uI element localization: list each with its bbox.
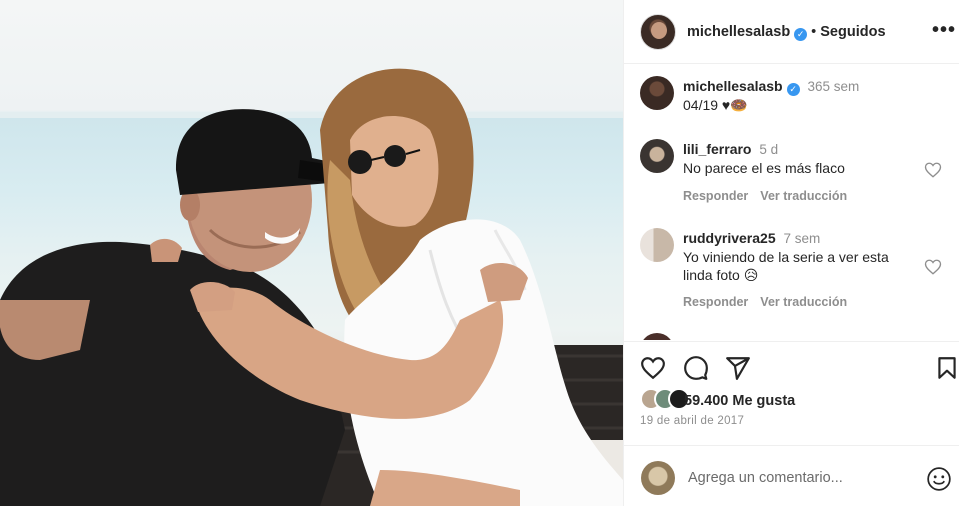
- comment-icon[interactable]: [683, 355, 709, 381]
- add-comment-row: [624, 445, 959, 506]
- emoji-picker-icon[interactable]: [926, 466, 952, 492]
- author-avatar[interactable]: [640, 14, 676, 50]
- post-actions: 59.400 Me gusta 19 de abril de 2017: [624, 341, 959, 505]
- like-heart-icon[interactable]: [640, 355, 666, 381]
- see-translation-button[interactable]: Ver traducción: [760, 189, 847, 203]
- comment-actions: Responder Ver traducción: [683, 189, 859, 203]
- comment-text: Yo viniendo de la serie a ver esta linda…: [683, 249, 889, 283]
- comment-time: 7 sem: [783, 231, 821, 246]
- caption: michellesalasb ✓ 365 sem 04/19 ♥🍩: [683, 77, 913, 114]
- caption-text: 04/19 ♥🍩: [683, 97, 748, 113]
- post-photo[interactable]: [0, 0, 623, 506]
- caption-username[interactable]: michellesalasb: [683, 78, 783, 94]
- reply-button[interactable]: Responder: [683, 295, 748, 309]
- header-author-line: michellesalasb ✓ • Seguidos: [687, 24, 886, 41]
- post-side-panel: michellesalasb ✓ • Seguidos ••• michellesal…: [623, 0, 959, 506]
- comment: ruddyrivera25 7 sem Yo viniendo de la se…: [683, 229, 913, 284]
- comment-avatar[interactable]: [640, 139, 674, 173]
- follow-status-button[interactable]: Seguidos: [820, 24, 885, 40]
- post-date[interactable]: 19 de abril de 2017: [640, 415, 744, 427]
- comment-username[interactable]: lili_ferraro: [683, 141, 751, 157]
- caption-author-avatar[interactable]: [640, 76, 674, 110]
- like-comment-heart-icon[interactable]: [924, 258, 942, 276]
- post-header: michellesalasb ✓ • Seguidos •••: [624, 0, 959, 64]
- likes-count[interactable]: 59.400 Me gusta: [684, 393, 795, 409]
- verified-badge-icon: ✓: [786, 83, 800, 96]
- like-comment-heart-icon[interactable]: [924, 161, 942, 179]
- comment-time: 5 d: [759, 142, 779, 157]
- post-photo-illustration: [0, 68, 623, 506]
- reply-button[interactable]: Responder: [683, 189, 748, 203]
- caption-time: 365 sem: [807, 79, 860, 94]
- comment-actions: Responder Ver traducción: [683, 295, 859, 309]
- comment-text: No parece el es más flaco: [683, 160, 845, 176]
- author-username[interactable]: michellesalasb: [687, 24, 790, 40]
- comments-list[interactable]: michellesalasb ✓ 365 sem 04/19 ♥🍩 lili_fe…: [624, 65, 959, 340]
- share-icon[interactable]: [725, 355, 751, 381]
- comment-avatar[interactable]: [640, 333, 674, 340]
- header-separator: •: [811, 24, 817, 40]
- current-user-avatar: [641, 461, 675, 495]
- verified-badge-icon: ✓: [794, 28, 808, 41]
- see-translation-button[interactable]: Ver traducción: [760, 295, 847, 309]
- comment-avatar[interactable]: [640, 228, 674, 262]
- comment: lili_ferraro 5 d No parece el es más fla…: [683, 140, 913, 177]
- add-comment-input[interactable]: [688, 465, 908, 491]
- comment-username[interactable]: ruddyrivera25: [683, 230, 776, 246]
- more-options-icon[interactable]: •••: [932, 20, 956, 40]
- save-bookmark-icon[interactable]: [934, 355, 959, 381]
